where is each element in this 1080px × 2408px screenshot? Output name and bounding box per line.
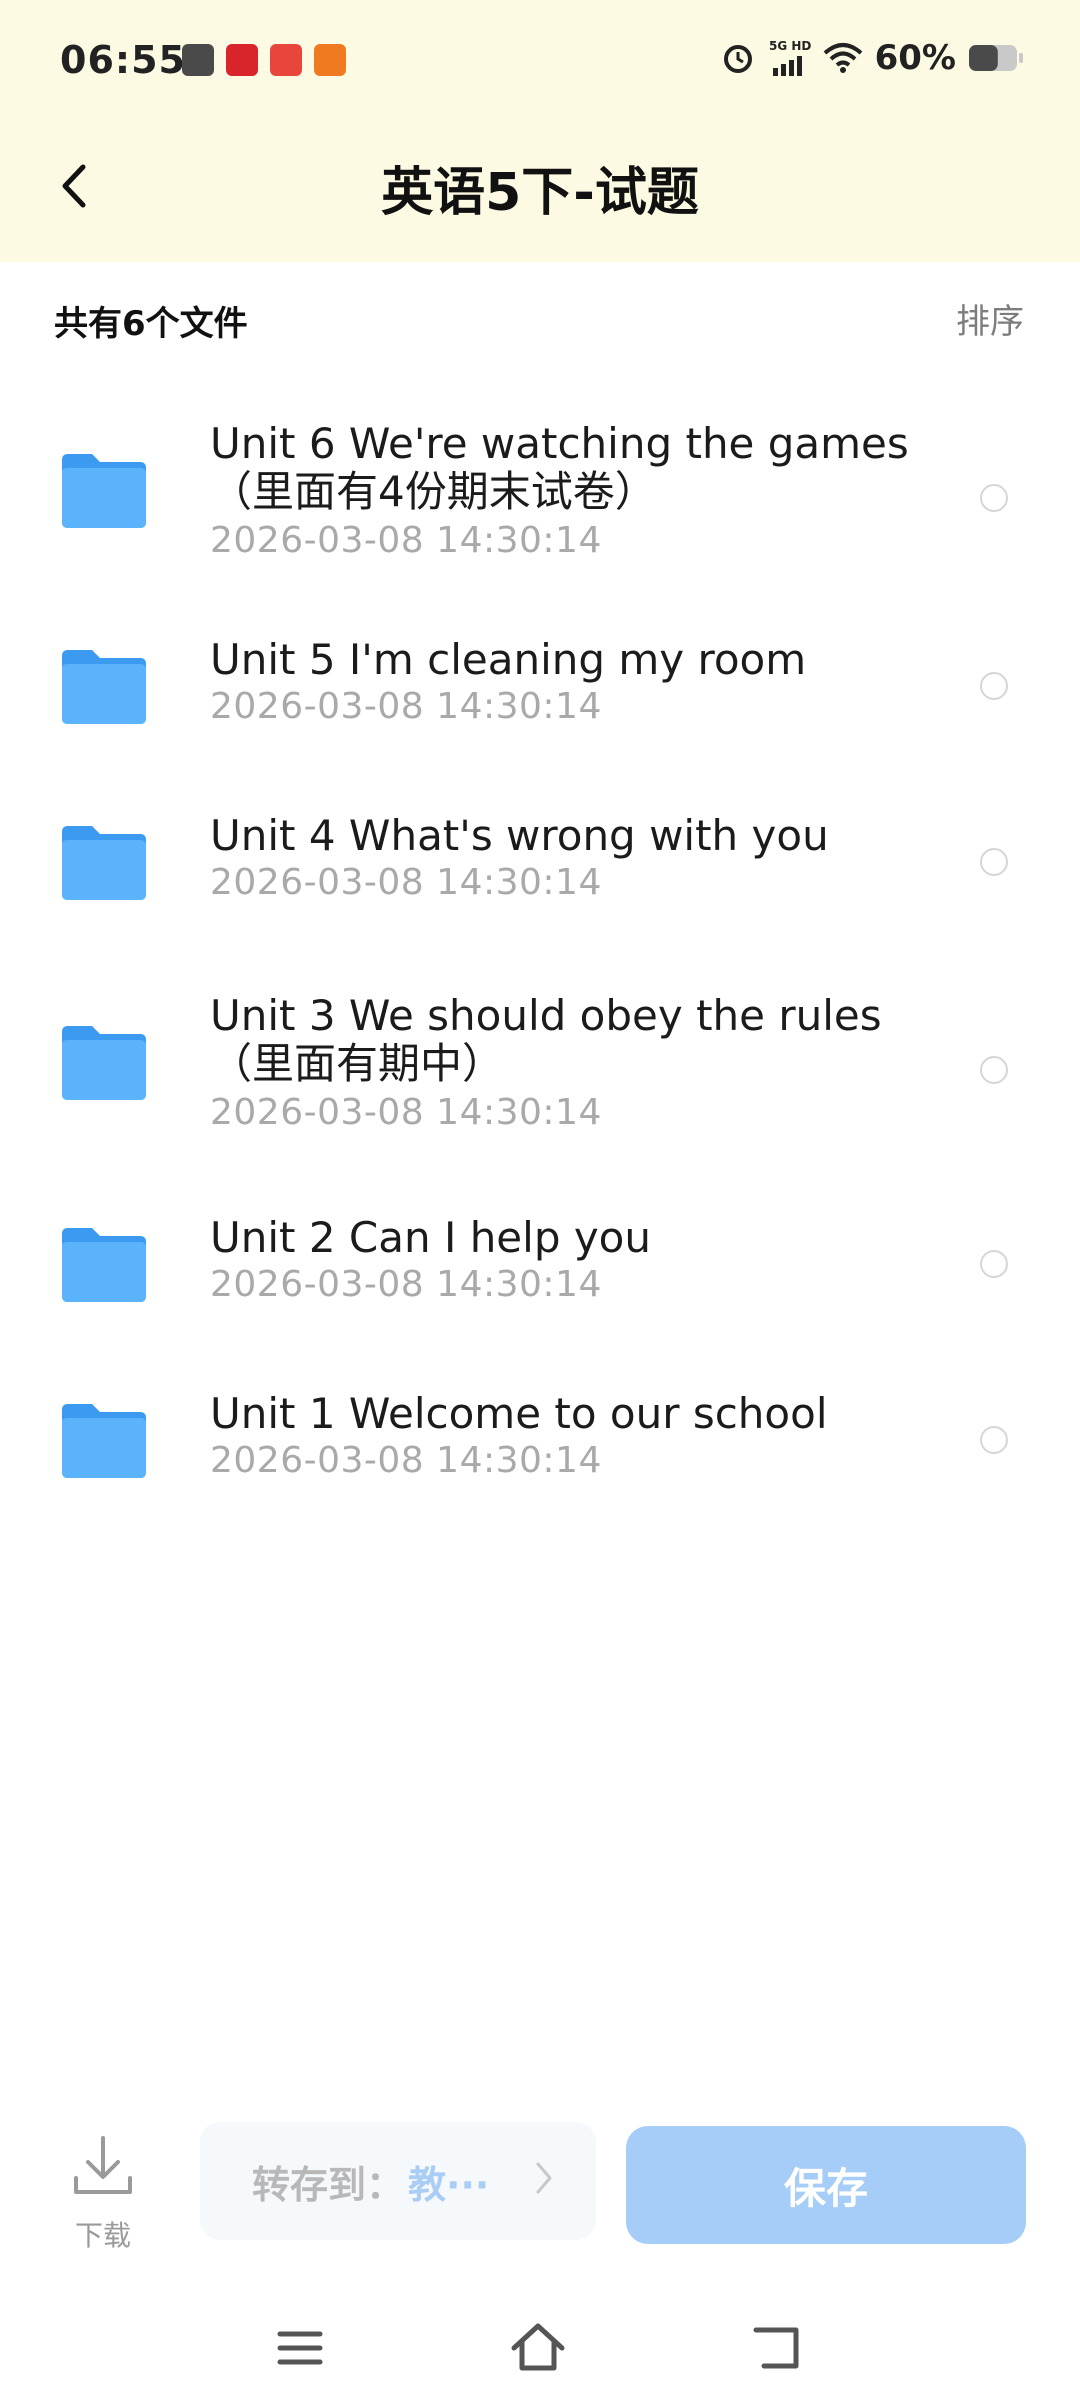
menu-icon	[277, 2331, 323, 2365]
alarm-icon	[723, 45, 752, 73]
file-item[interactable]: Unit 6 We're watching the games （里面有4份期末…	[0, 410, 1080, 590]
battery-percent: 60%	[874, 38, 956, 78]
file-item[interactable]: Unit 5 I'm cleaning my room 2026-03-08 1…	[0, 630, 1080, 750]
save-button[interactable]: 保存	[626, 2126, 1026, 2244]
folder-icon	[62, 454, 146, 528]
save-to-label: 转存到：	[252, 2162, 405, 2207]
file-date: 2026-03-08 14:30:14	[210, 1440, 602, 1481]
select-radio[interactable]	[980, 672, 1008, 700]
file-item[interactable]: Unit 1 Welcome to our school 2026-03-08 …	[0, 1384, 1080, 1504]
mascot-app-icon	[270, 44, 302, 76]
back-nav-button[interactable]	[750, 2318, 810, 2378]
download-label: 下载	[74, 2219, 131, 2252]
folder-icon	[62, 650, 146, 724]
save-to-target: 教···	[408, 2162, 490, 2207]
file-count: 共有6个文件	[54, 304, 248, 344]
signal-icon: 5G HD	[769, 39, 811, 76]
save-to-selector[interactable]: 转存到： 教···	[200, 2122, 596, 2240]
file-name-line2: （里面有4份期末试卷）	[210, 467, 657, 516]
file-item[interactable]: Unit 4 What's wrong with you 2026-03-08 …	[0, 806, 1080, 926]
sort-button[interactable]: 排序	[956, 294, 1024, 343]
wifi-icon	[823, 43, 862, 73]
chevron-right-icon	[536, 2162, 552, 2194]
file-name: Unit 1 Welcome to our school	[210, 1389, 828, 1438]
bottom-action-bar: 下载 转存到： 教··· 保存	[0, 2118, 1080, 2258]
folder-icon	[62, 826, 146, 900]
folder-icon	[62, 1026, 146, 1100]
folder-icon	[62, 1404, 146, 1478]
home-icon	[511, 2323, 565, 2371]
network-label: 5G HD	[769, 39, 811, 53]
page-title: 英语5下-试题	[381, 163, 699, 223]
file-name: Unit 2 Can I help you	[210, 1213, 651, 1262]
folder-icon	[62, 1228, 146, 1302]
file-name: Unit 4 What's wrong with you	[210, 811, 829, 860]
menu-button[interactable]	[270, 2318, 330, 2378]
file-date: 2026-03-08 14:30:14	[210, 1092, 602, 1133]
back-arrow-icon	[753, 2327, 799, 2369]
file-item[interactable]: Unit 3 We should obey the rules （里面有期中） …	[0, 982, 1080, 1162]
orange-app-icon	[314, 44, 346, 76]
select-radio[interactable]	[980, 484, 1008, 512]
download-button[interactable]: 下载	[68, 2132, 138, 2252]
file-item[interactable]: Unit 2 Can I help you 2026-03-08 14:30:1…	[0, 1208, 1080, 1328]
home-button[interactable]	[508, 2318, 568, 2378]
file-name-line2: （里面有期中）	[210, 1039, 505, 1088]
select-radio[interactable]	[980, 848, 1008, 876]
file-name: Unit 3 We should obey the rules （里面有期中）	[210, 992, 910, 1088]
file-name-line1: Unit 3 We should obey the rules	[210, 991, 882, 1040]
battery-icon	[969, 45, 1023, 71]
file-name: Unit 5 I'm cleaning my room	[210, 635, 807, 684]
file-date: 2026-03-08 14:30:14	[210, 862, 602, 903]
status-time: 06:55	[60, 38, 186, 82]
file-name-line1: Unit 6 We're watching the games	[210, 419, 909, 468]
select-radio[interactable]	[980, 1056, 1008, 1084]
file-date: 2026-03-08 14:30:14	[210, 520, 602, 561]
status-bar: 06:55 5G HD 60%	[0, 0, 1080, 130]
system-nav-bar	[0, 2300, 1080, 2408]
file-date: 2026-03-08 14:30:14	[210, 686, 602, 727]
voice-app-icon	[182, 44, 214, 76]
status-right: 5G HD 60%	[721, 38, 1024, 78]
list-toolbar: 共有6个文件 排序	[0, 262, 1080, 362]
download-icon	[74, 2136, 132, 2194]
notification-icons	[182, 44, 346, 76]
select-radio[interactable]	[980, 1250, 1008, 1278]
app-header: 英语5下-试题	[0, 130, 1080, 262]
red-app-icon	[226, 44, 258, 76]
select-radio[interactable]	[980, 1426, 1008, 1454]
file-date: 2026-03-08 14:30:14	[210, 1264, 602, 1305]
file-name: Unit 6 We're watching the games （里面有4份期末…	[210, 420, 910, 516]
